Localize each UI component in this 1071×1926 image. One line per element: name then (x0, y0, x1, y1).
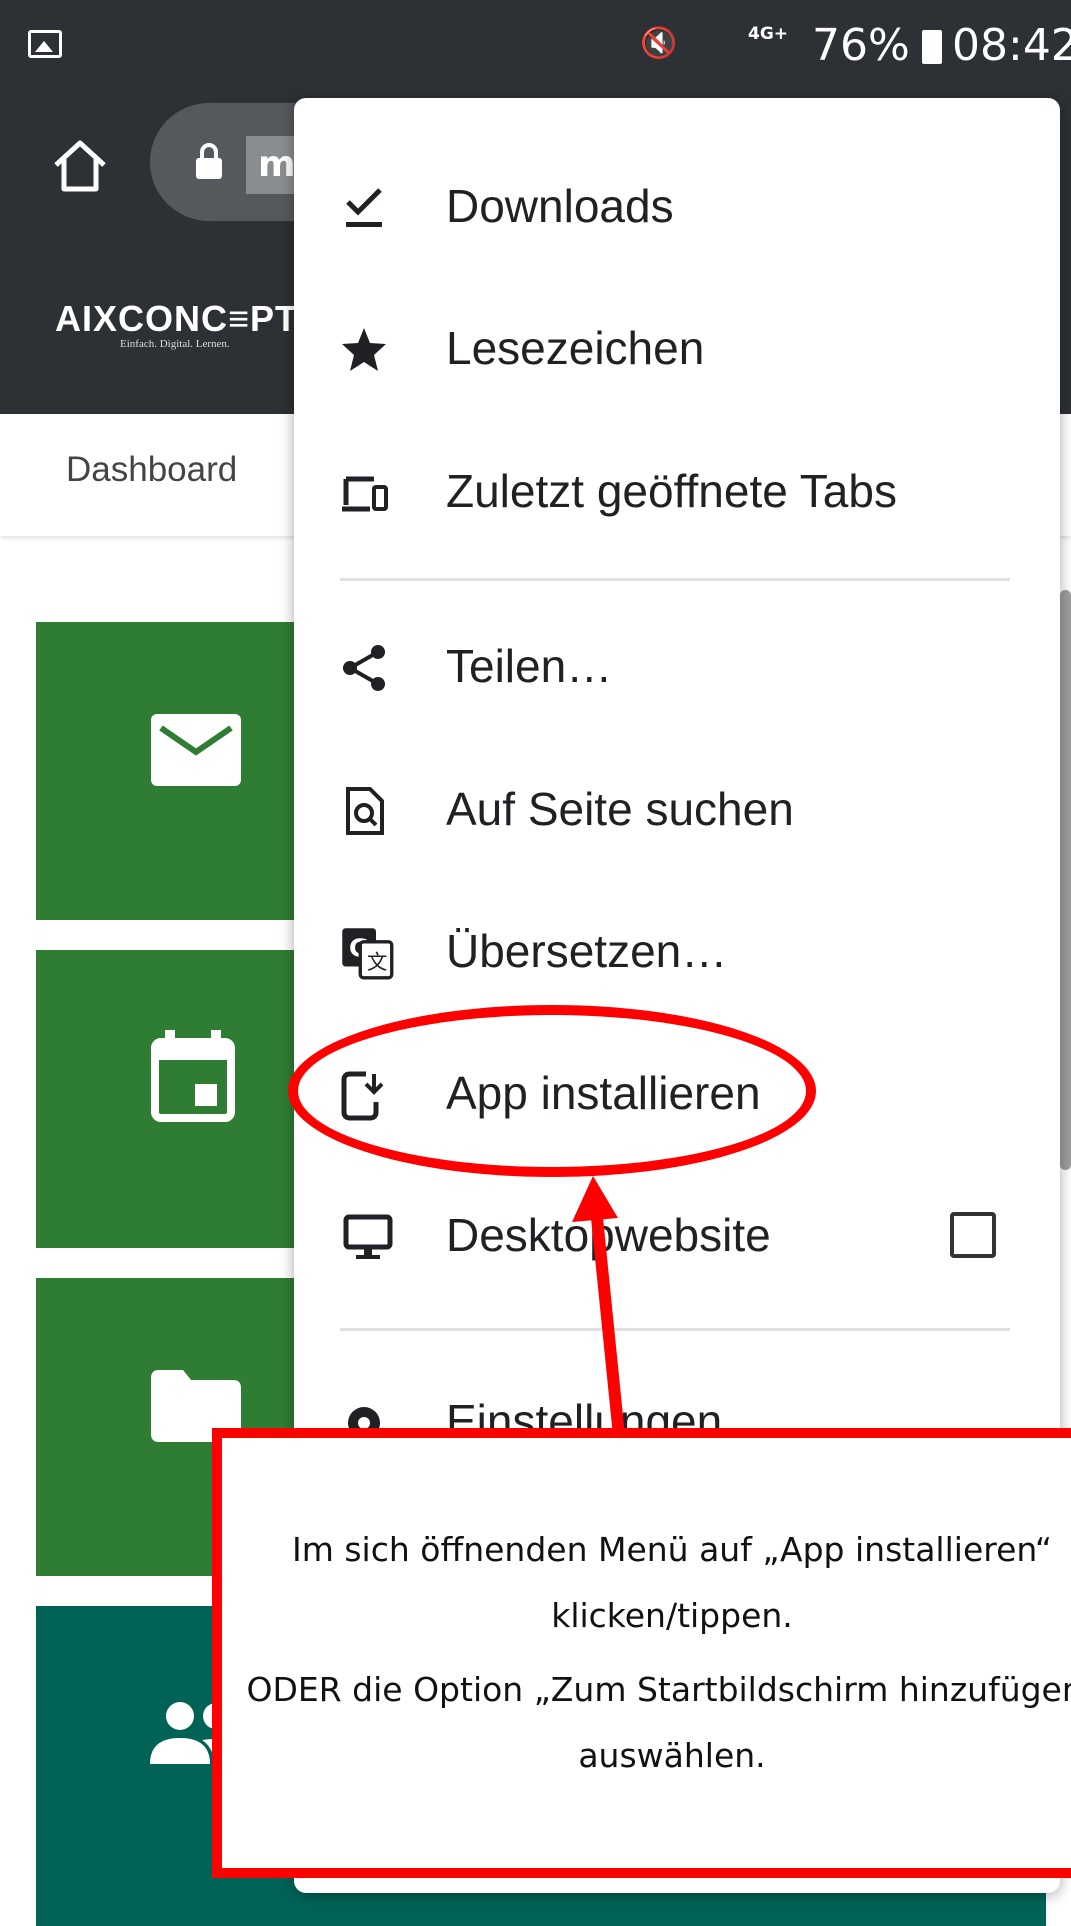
gallery-notification-icon (28, 30, 62, 58)
callout-line-4: auswählen. (578, 1736, 766, 1775)
home-icon[interactable] (50, 135, 110, 195)
menu-item-label: Zuletzt geöffnete Tabs (446, 465, 897, 517)
translate-icon: G 文 (342, 928, 394, 980)
find-in-page-icon (346, 787, 384, 835)
callout-line-3: ODER die Option „Zum Startbildschirm hin… (246, 1670, 1071, 1709)
mute-icon: 🔇 (640, 26, 682, 61)
menu-divider (340, 578, 1010, 581)
scrollbar[interactable] (1060, 590, 1071, 1170)
menu-item-recent-tabs[interactable]: Zuletzt geöffnete Tabs (294, 428, 1060, 558)
highlight-ellipse (288, 1005, 816, 1177)
menu-item-label: Auf Seite suchen (446, 783, 794, 835)
share-icon (343, 645, 385, 691)
menu-item-label: Desktopwebsite (446, 1209, 771, 1261)
desktop-icon (343, 1214, 393, 1259)
battery-percent: 76% (812, 20, 910, 71)
menu-item-find-in-page[interactable]: Auf Seite suchen (294, 746, 1060, 876)
logo-tagline: Einfach. Digital. Lernen. (120, 338, 230, 350)
mail-icon (151, 714, 241, 786)
clock: 08:42 (952, 20, 1071, 71)
menu-item-bookmarks[interactable]: Lesezeichen (294, 285, 1060, 415)
star-icon (342, 328, 386, 371)
status-bar: 🔇 4G+ 76% 08:42 (0, 0, 1071, 95)
menu-item-desktop-site[interactable]: Desktopwebsite (294, 1172, 1060, 1302)
site-logo[interactable]: AIXCONC≡PT (55, 298, 298, 340)
menu-item-downloads[interactable]: Downloads (294, 143, 1060, 273)
menu-item-translate[interactable]: G 文 Übersetzen… (294, 888, 1060, 1018)
lock-icon (196, 143, 222, 179)
menu-item-label: Teilen… (446, 640, 613, 692)
battery-icon (922, 30, 942, 64)
callout-line-2: klicken/tippen. (551, 1596, 793, 1635)
breadcrumb[interactable]: Dashboard (66, 450, 237, 490)
network-type: 4G+ (748, 24, 789, 44)
menu-item-share[interactable]: Teilen… (294, 603, 1060, 733)
calendar-icon (151, 1030, 235, 1122)
menu-divider (340, 1328, 1010, 1331)
instruction-callout: Im sich öffnenden Menü auf „App installi… (212, 1428, 1071, 1878)
callout-line-1: Im sich öffnenden Menü auf „App installi… (292, 1530, 1052, 1569)
devices-icon (342, 476, 388, 512)
download-done-icon (346, 188, 382, 227)
menu-item-label: Downloads (446, 180, 674, 232)
desktop-site-checkbox[interactable] (950, 1212, 996, 1258)
menu-item-label: Übersetzen… (446, 925, 728, 977)
svg-text:文: 文 (367, 950, 387, 974)
menu-item-label: Lesezeichen (446, 322, 705, 374)
